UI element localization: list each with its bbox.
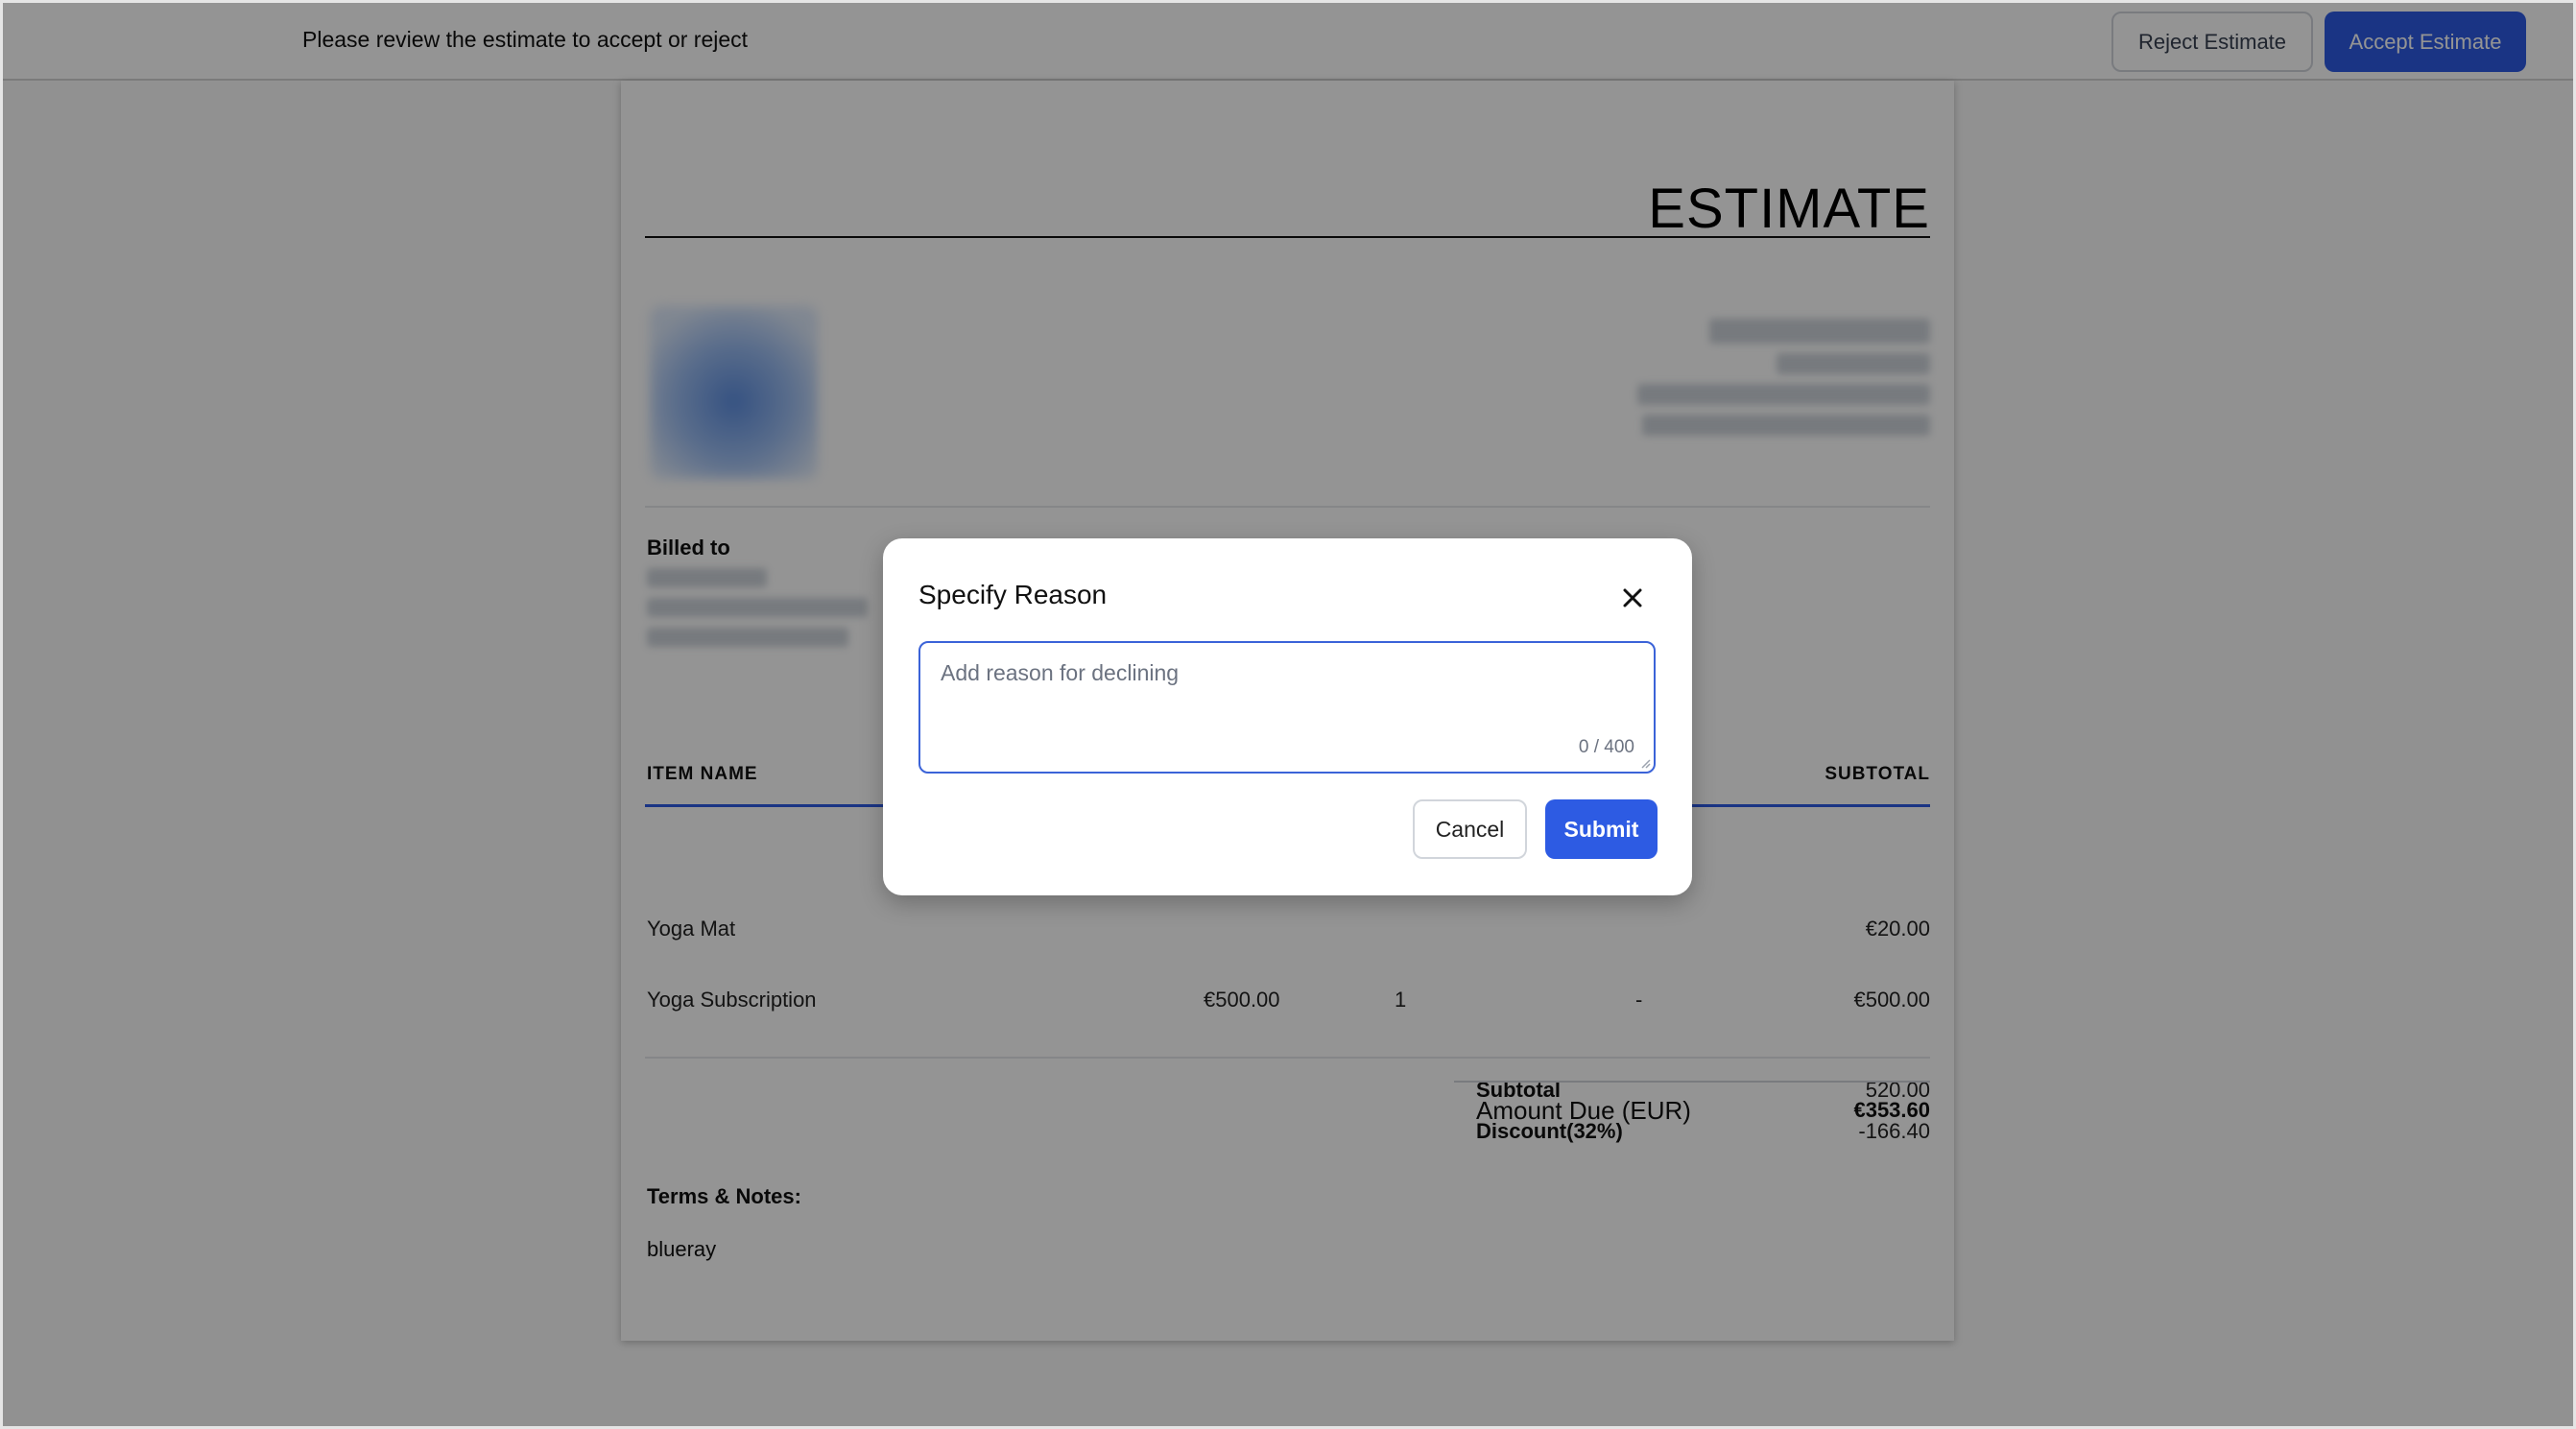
reason-field: 0 / 400 bbox=[918, 641, 1656, 774]
specify-reason-dialog: Specify Reason 0 / 400 Cancel Submit bbox=[883, 538, 1692, 895]
cancel-button[interactable]: Cancel bbox=[1413, 799, 1527, 859]
estimate-page: Please review the estimate to accept or … bbox=[0, 0, 2576, 1429]
dialog-title: Specify Reason bbox=[918, 580, 1108, 609]
close-icon bbox=[1623, 588, 1642, 607]
submit-button[interactable]: Submit bbox=[1545, 799, 1658, 859]
resize-handle-icon[interactable] bbox=[1639, 757, 1651, 769]
close-dialog-button[interactable] bbox=[1615, 581, 1650, 615]
reason-textarea[interactable] bbox=[920, 643, 1654, 772]
character-counter: 0 / 400 bbox=[1578, 737, 1634, 757]
